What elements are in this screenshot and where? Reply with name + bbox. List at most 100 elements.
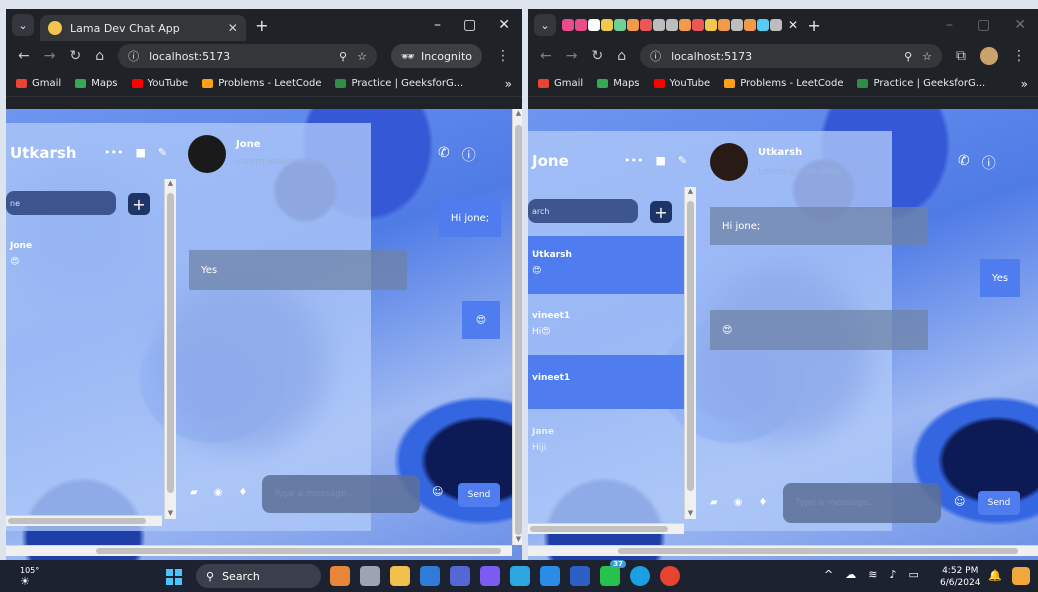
bookmark-youtube[interactable]: YouTube (653, 78, 710, 89)
add-user-button[interactable]: + (650, 201, 672, 223)
back-icon[interactable]: ← (540, 48, 552, 64)
sidebar-scrollbar[interactable]: ▲ ▼ (164, 179, 176, 519)
sidebar-h-scrollbar[interactable] (6, 515, 162, 526)
zoom-icon[interactable]: ⚲ (339, 50, 347, 63)
bookmark-gmail[interactable]: Gmail (16, 78, 61, 89)
bookmark-geeksforgeeks[interactable]: Practice | GeeksforG... (335, 78, 463, 89)
maximize-icon[interactable]: ▢ (977, 17, 990, 33)
menu-icon[interactable]: ⋮ (496, 48, 510, 64)
edit-icon[interactable]: ✎ (158, 146, 167, 159)
video-icon[interactable]: ■ (655, 154, 665, 167)
bookmark-youtube[interactable]: YouTube (131, 78, 188, 89)
phone-icon[interactable]: ✆ (958, 153, 970, 173)
app-icon[interactable] (450, 566, 470, 586)
task-view-icon[interactable] (360, 566, 380, 586)
maximize-icon[interactable]: ▢ (463, 17, 476, 33)
list-item[interactable]: vineet1 Hi😍 (528, 295, 684, 353)
bookmark-leetcode[interactable]: Problems - LeetCode (724, 78, 843, 89)
forward-icon[interactable]: → (566, 48, 578, 64)
cloud-icon[interactable]: ☁ (845, 568, 856, 581)
bookmark-star-icon[interactable]: ☆ (357, 50, 367, 63)
info-icon[interactable]: ⓘ (462, 145, 476, 165)
mic-icon[interactable]: ♦ (238, 487, 247, 498)
widget-app-icon[interactable] (330, 566, 350, 586)
image-icon[interactable]: ▰ (190, 487, 198, 498)
scrollbar-thumb[interactable] (618, 548, 1018, 554)
wifi-icon[interactable]: ≋ (868, 568, 877, 581)
emoji-icon[interactable]: ☺ (954, 495, 965, 508)
list-item[interactable]: Jone 😍 (10, 241, 32, 267)
list-item[interactable]: Jane Hiji (528, 411, 684, 469)
scroll-up-icon[interactable]: ▲ (165, 179, 176, 189)
taskbar-search[interactable]: ⚲ Search (196, 564, 321, 588)
address-bar[interactable]: ⓘ localhost:5173 ⚲ ☆ (118, 44, 377, 68)
page-h-scrollbar[interactable] (528, 545, 1038, 556)
scrollbar-thumb[interactable] (515, 125, 522, 535)
reload-icon[interactable]: ↻ (69, 48, 81, 64)
bookmark-geeksforgeeks[interactable]: Practice | GeeksforG... (857, 78, 985, 89)
page-h-scrollbar[interactable] (6, 545, 512, 556)
page-scrollbar[interactable]: ▲ ▼ (512, 109, 522, 545)
bookmark-maps[interactable]: Maps (597, 78, 640, 89)
bookmark-leetcode[interactable]: Problems - LeetCode (202, 78, 321, 89)
profile-avatar-icon[interactable] (980, 47, 998, 65)
windows-start-icon[interactable] (166, 569, 182, 585)
camera-icon[interactable]: ◉ (734, 497, 743, 508)
menu-icon[interactable]: ⋮ (1012, 48, 1026, 64)
home-icon[interactable]: ⌂ (617, 48, 626, 64)
close-tab-icon[interactable]: ✕ (228, 21, 238, 35)
new-tab-icon[interactable]: + (252, 16, 272, 35)
tab-search-icon[interactable]: ⌄ (12, 14, 34, 36)
scroll-up-icon[interactable]: ▲ (513, 109, 522, 119)
site-info-icon[interactable]: ⓘ (650, 48, 661, 64)
scroll-down-icon[interactable]: ▼ (165, 509, 176, 519)
clock[interactable]: 4:52 PM 6/6/2024 (940, 565, 980, 589)
battery-icon[interactable]: ▭ (908, 568, 918, 581)
info-icon[interactable]: ⓘ (982, 153, 996, 173)
scrollbar-thumb[interactable] (8, 518, 146, 524)
bookmark-maps[interactable]: Maps (75, 78, 118, 89)
bookmarks-overflow-icon[interactable]: » (505, 77, 512, 91)
bookmark-gmail[interactable]: Gmail (538, 78, 583, 89)
scrollbar-thumb[interactable] (167, 193, 174, 493)
message-input[interactable]: Type a message... (783, 483, 941, 523)
message-input[interactable]: Type a message... (262, 475, 420, 513)
new-tab-icon[interactable]: + (804, 16, 824, 35)
mail-icon[interactable] (420, 566, 440, 586)
tab-chat-app[interactable]: Lama Dev Chat App ✕ (40, 15, 246, 41)
scroll-down-icon[interactable]: ▼ (513, 535, 522, 545)
bookmark-star-icon[interactable]: ☆ (922, 50, 932, 63)
more-options-icon[interactable]: ••• (624, 154, 643, 167)
telegram-icon[interactable] (510, 566, 530, 586)
edit-icon[interactable]: ✎ (678, 154, 687, 167)
extensions-icon[interactable]: ⧉ (956, 48, 966, 64)
send-button[interactable]: Send (458, 483, 500, 507)
mic-icon[interactable]: ♦ (758, 497, 767, 508)
camera-icon[interactable]: ◉ (214, 487, 223, 498)
minimize-icon[interactable]: – (946, 17, 953, 33)
forward-icon[interactable]: → (44, 48, 56, 64)
scrollbar-thumb[interactable] (530, 526, 668, 532)
site-info-icon[interactable]: ⓘ (128, 48, 139, 64)
close-window-icon[interactable]: ✕ (498, 17, 510, 33)
back-icon[interactable]: ← (18, 48, 30, 64)
bookmarks-overflow-icon[interactable]: » (1021, 77, 1028, 91)
copilot-icon[interactable] (1012, 567, 1030, 585)
vscode-icon[interactable] (540, 566, 560, 586)
edge-icon[interactable] (630, 566, 650, 586)
list-item[interactable]: Utkarsh 😍 (528, 236, 684, 294)
add-user-button[interactable]: + (128, 193, 150, 215)
address-bar[interactable]: ⓘ localhost:5173 ⚲ ☆ (640, 44, 942, 68)
send-button[interactable]: Send (978, 491, 1020, 515)
scrollbar-thumb[interactable] (687, 201, 694, 491)
search-input[interactable]: arch (528, 199, 638, 223)
sidebar-h-scrollbar[interactable] (528, 523, 684, 534)
phone-icon[interactable]: ✆ (438, 145, 450, 165)
tray-expand-icon[interactable]: ^ (824, 568, 833, 581)
file-explorer-icon[interactable] (390, 566, 410, 586)
whatsapp-icon[interactable]: 37 (600, 560, 626, 586)
more-options-icon[interactable]: ••• (104, 146, 123, 159)
zoom-icon[interactable]: ⚲ (904, 50, 912, 63)
sidebar-scrollbar[interactable]: ▲ ▼ (684, 187, 696, 519)
word-icon[interactable] (570, 566, 590, 586)
